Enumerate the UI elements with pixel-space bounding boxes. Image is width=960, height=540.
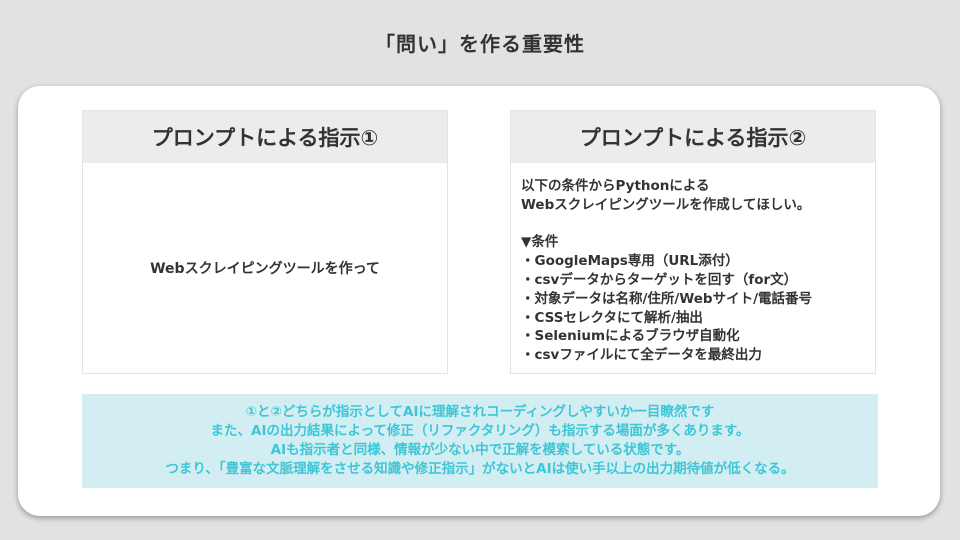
prompt-panel-1-body: Webスクレイピングツールを作って — [150, 261, 380, 277]
condition-item: ・GoogleMaps専用（URL添付） — [521, 253, 739, 270]
prompt-panel-1-header: プロンプトによる指示① — [83, 111, 447, 163]
summary-line: AIも指示者と同様、情報が少ない中で正解を模索している状態です。 — [270, 442, 690, 458]
prompt-panel-2-header: プロンプトによる指示② — [511, 111, 875, 163]
prompt-intro-line: 以下の条件からPythonによる — [521, 178, 710, 194]
condition-item: ・csvデータからターゲットを回す（for文） — [521, 271, 798, 288]
summary-line: また、AIの出力結果によって修正（リファクタリング）も指示する場面が多くあります… — [210, 423, 750, 439]
summary-line: ①と②どちらが指示としてAIに理解されコーディングしやすいか一目瞭然です — [245, 404, 715, 420]
prompt-spacer — [521, 215, 865, 234]
content-card: プロンプトによる指示① Webスクレイピングツールを作って プロンプトによる指示… — [18, 86, 940, 516]
condition-item: ・csvファイルにて全データを最終出力 — [521, 347, 762, 364]
slide-title: 「問い」を作る重要性 — [375, 32, 585, 56]
prompt-panel-1: プロンプトによる指示① Webスクレイピングツールを作って — [82, 110, 448, 374]
summary-line: つまり、「豊富な文脈理解をさせる知識や修正指示」がないとAIは使い手以上の出力期… — [165, 461, 795, 477]
prompt-intro-line: Webスクレイピングツールを作成してほしい。 — [521, 196, 811, 213]
condition-item: ・対象データは名称/住所/Webサイト/電話番号 — [521, 290, 813, 307]
condition-item: ・Seleniumによるブラウザ自動化 — [521, 328, 740, 345]
prompt-panel-2: プロンプトによる指示② 以下の条件からPythonによる Webスクレイピングツ… — [510, 110, 876, 374]
condition-item: ・CSSセレクタにて解析/抽出 — [521, 309, 703, 326]
summary-box: ①と②どちらが指示としてAIに理解されコーディングしやすいか一目瞭然です また、… — [82, 394, 878, 488]
prompt-panel-2-body: 以下の条件からPythonによる Webスクレイピングツールを作成してほしい。 … — [511, 163, 875, 365]
conditions-heading: ▼条件 — [521, 234, 559, 251]
